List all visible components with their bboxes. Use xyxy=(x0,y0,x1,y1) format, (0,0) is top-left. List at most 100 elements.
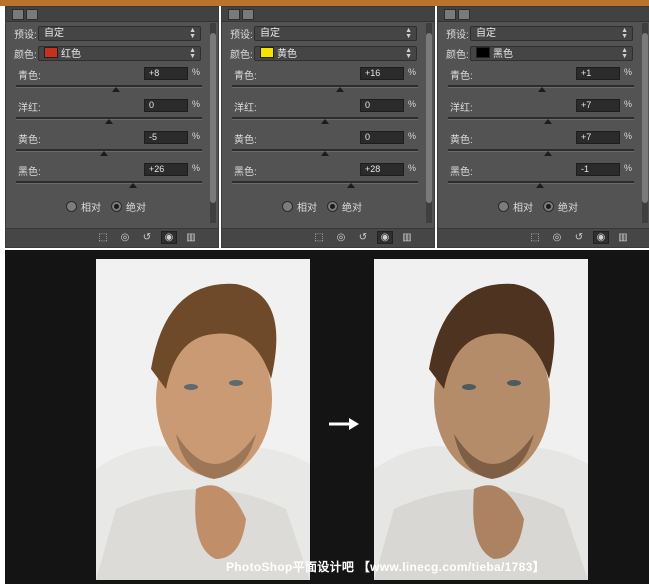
slider-track[interactable] xyxy=(448,149,634,156)
radio-absolute[interactable]: 绝对 xyxy=(543,199,578,214)
slider-track[interactable] xyxy=(232,149,418,156)
color-swatch xyxy=(44,47,58,58)
view-previous-icon[interactable]: ◎ xyxy=(550,232,564,243)
slider-value-input[interactable]: -5 xyxy=(144,131,188,144)
visibility-eye-icon[interactable]: ◉ xyxy=(161,231,177,244)
slider-label: 黑色: xyxy=(450,167,473,178)
slider-thumb[interactable] xyxy=(335,87,344,92)
percent-unit: % xyxy=(408,99,417,109)
radio-relative[interactable]: 相对 xyxy=(498,199,533,214)
scroll-thumb[interactable] xyxy=(210,33,216,203)
radio-button[interactable] xyxy=(282,201,293,212)
slider-thumb[interactable] xyxy=(537,87,546,92)
slider-track[interactable] xyxy=(16,149,202,156)
reset-icon[interactable]: ↺ xyxy=(140,232,154,243)
preset-select[interactable]: 自定 ▲ ▼ xyxy=(470,26,633,41)
visibility-eye-icon[interactable]: ◉ xyxy=(377,231,393,244)
panel-scrollbar[interactable] xyxy=(426,23,432,223)
view-previous-icon[interactable]: ◎ xyxy=(118,232,132,243)
slider-value-input[interactable]: +26 xyxy=(144,163,188,176)
slider-track[interactable] xyxy=(232,181,418,188)
reset-icon[interactable]: ↺ xyxy=(572,232,586,243)
slider-value-input[interactable]: -1 xyxy=(576,163,620,176)
colors-select[interactable]: 红色 ▲ ▼ xyxy=(38,46,201,61)
percent-unit: % xyxy=(192,67,201,77)
slider-track[interactable] xyxy=(448,85,634,92)
radio-relative[interactable]: 相对 xyxy=(282,199,317,214)
color-swatch xyxy=(260,47,274,58)
clip-to-layer-icon[interactable]: ⬚ xyxy=(96,232,110,243)
radio-button[interactable] xyxy=(543,201,554,212)
slider-thumb[interactable] xyxy=(536,183,545,188)
trash-icon[interactable]: ▥ xyxy=(400,232,414,243)
trash-icon[interactable]: ▥ xyxy=(616,232,630,243)
panel-header xyxy=(438,7,649,22)
view-previous-icon[interactable]: ◎ xyxy=(334,232,348,243)
clip-to-layer-icon[interactable]: ⬚ xyxy=(312,232,326,243)
panel-scrollbar[interactable] xyxy=(210,23,216,223)
radio-absolute[interactable]: 绝对 xyxy=(327,199,362,214)
method-radios: 相对 绝对 xyxy=(498,199,588,214)
panel-scrollbar[interactable] xyxy=(642,23,648,223)
radio-button[interactable] xyxy=(498,201,509,212)
preset-label: 预设: xyxy=(230,30,253,41)
slider-track[interactable] xyxy=(232,117,418,124)
slider-track[interactable] xyxy=(232,85,418,92)
slider-value-input[interactable]: +8 xyxy=(144,67,188,80)
after-photo xyxy=(374,259,588,580)
slider-thumb[interactable] xyxy=(321,119,329,124)
slider-track[interactable] xyxy=(448,181,634,188)
before-photo xyxy=(96,259,310,580)
radio-button[interactable] xyxy=(327,201,338,212)
slider-thumb[interactable] xyxy=(543,151,552,156)
slider-value-input[interactable]: 0 xyxy=(144,99,188,112)
updown-caret-icon: ▲ ▼ xyxy=(189,47,196,60)
slider-track[interactable] xyxy=(16,117,202,124)
percent-unit: % xyxy=(408,163,417,173)
slider-thumb[interactable] xyxy=(100,151,109,156)
visibility-eye-icon[interactable]: ◉ xyxy=(593,231,609,244)
colors-row: 颜色: xyxy=(446,46,470,61)
slider-value-input[interactable]: 0 xyxy=(360,99,404,112)
slider-track[interactable] xyxy=(16,85,202,92)
radio-button[interactable] xyxy=(111,201,122,212)
updown-caret-icon: ▲ ▼ xyxy=(621,47,628,60)
slider-value-input[interactable]: +1 xyxy=(576,67,620,80)
preset-row: 预设: xyxy=(446,26,470,41)
adjustment-layer-icon xyxy=(12,9,24,20)
preset-select[interactable]: 自定 ▲ ▼ xyxy=(254,26,417,41)
slider-label: 青色: xyxy=(450,71,473,82)
preset-select[interactable]: 自定 ▲ ▼ xyxy=(38,26,201,41)
radio-button[interactable] xyxy=(66,201,77,212)
slider-label: 黄色: xyxy=(234,135,257,146)
reset-icon[interactable]: ↺ xyxy=(356,232,370,243)
slider-track[interactable] xyxy=(16,181,202,188)
color-swatch xyxy=(476,47,490,58)
colors-label: 颜色: xyxy=(446,50,469,61)
trash-icon[interactable]: ▥ xyxy=(184,232,198,243)
slider-value-input[interactable]: +16 xyxy=(360,67,404,80)
updown-caret-icon: ▲ ▼ xyxy=(405,47,412,60)
slider-label: 黄色: xyxy=(450,135,473,146)
arrow-right-icon xyxy=(329,418,359,430)
percent-unit: % xyxy=(624,99,633,109)
slider-value-input[interactable]: +28 xyxy=(360,163,404,176)
slider-thumb[interactable] xyxy=(129,183,138,188)
slider-thumb[interactable] xyxy=(347,183,355,188)
slider-thumb[interactable] xyxy=(321,151,329,156)
radio-relative[interactable]: 相对 xyxy=(66,199,101,214)
radio-absolute[interactable]: 绝对 xyxy=(111,199,146,214)
scroll-thumb[interactable] xyxy=(642,33,648,203)
slider-value-input[interactable]: +7 xyxy=(576,99,620,112)
slider-value-input[interactable]: +7 xyxy=(576,131,620,144)
colors-select[interactable]: 黑色 ▲ ▼ xyxy=(470,46,633,61)
slider-thumb[interactable] xyxy=(105,119,113,124)
slider-value-input[interactable]: 0 xyxy=(360,131,404,144)
slider-thumb[interactable] xyxy=(543,119,552,124)
percent-unit: % xyxy=(624,67,633,77)
slider-thumb[interactable] xyxy=(112,87,121,92)
colors-select[interactable]: 黄色 ▲ ▼ xyxy=(254,46,417,61)
scroll-thumb[interactable] xyxy=(426,33,432,203)
clip-to-layer-icon[interactable]: ⬚ xyxy=(528,232,542,243)
slider-track[interactable] xyxy=(448,117,634,124)
